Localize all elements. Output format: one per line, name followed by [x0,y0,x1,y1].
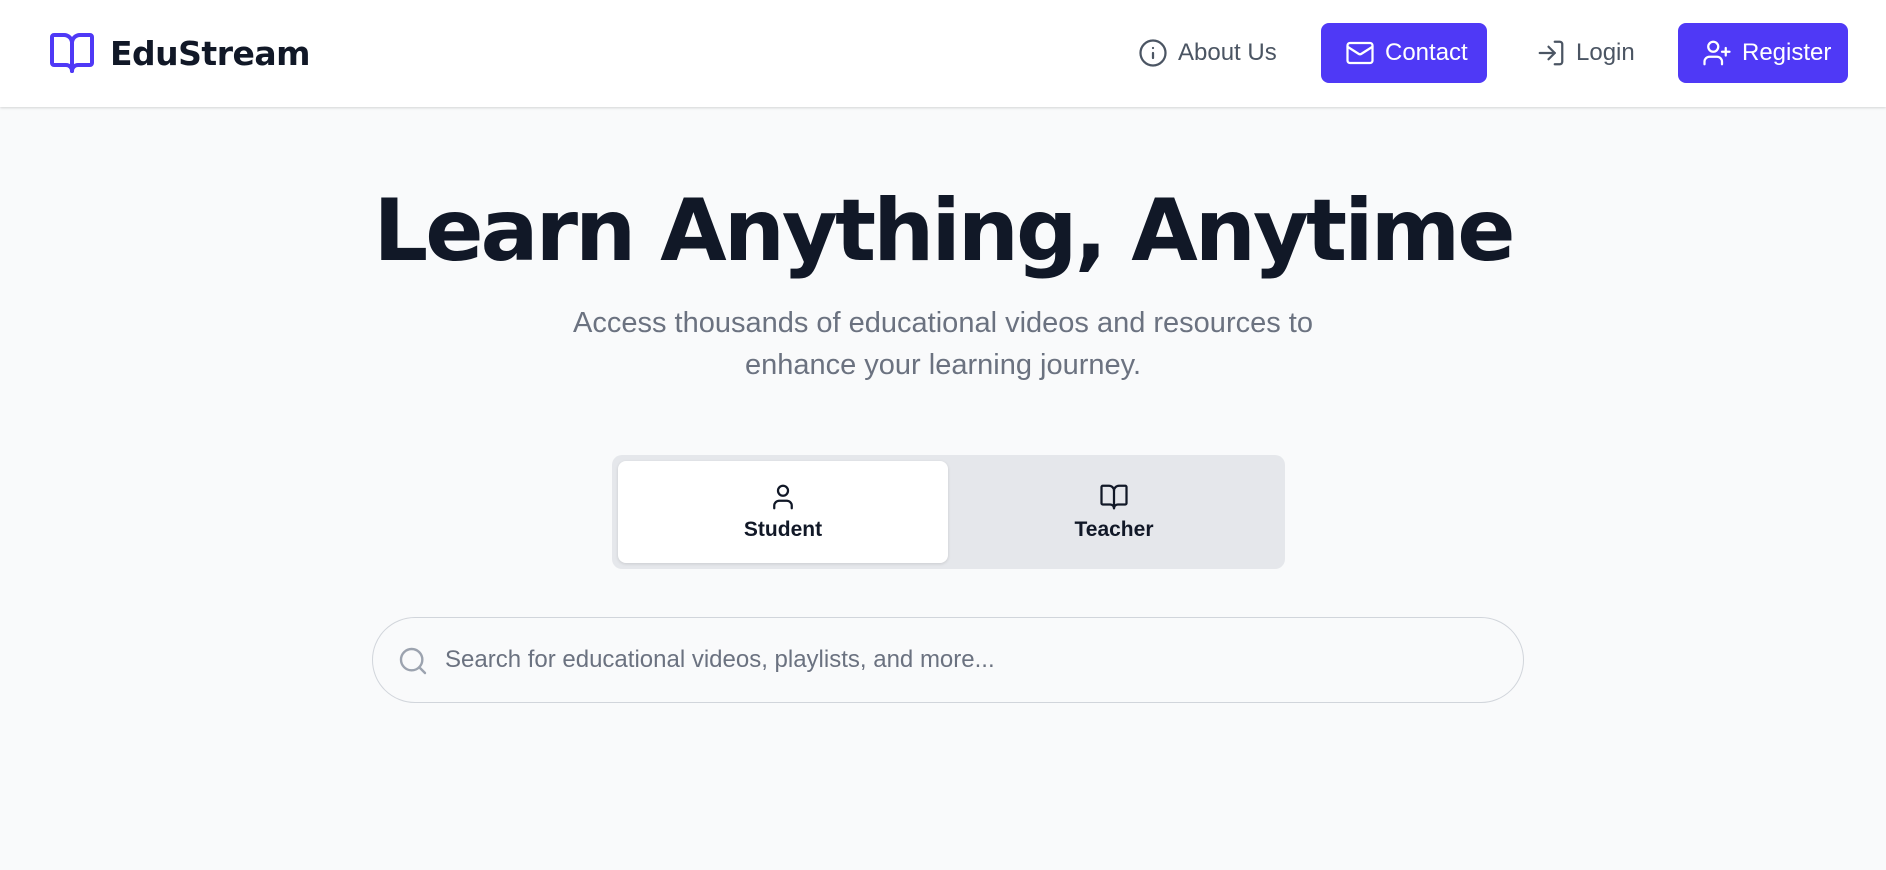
mail-icon [1346,41,1374,65]
book-open-icon [1100,484,1128,510]
register-label: Register [1742,39,1832,66]
contact-button[interactable]: Contact [1321,23,1487,83]
about-us-label: About Us [1178,39,1277,66]
user-plus-icon [1703,40,1731,66]
about-us-link[interactable]: About Us [1138,23,1277,83]
hero-subtitle-line-1: Access thousands of educational videos a… [573,307,1313,339]
log-in-icon [1538,40,1564,66]
role-label-teacher: Teacher [1074,518,1154,541]
brand-logo[interactable]: EduStream [48,28,311,78]
hero-title: Learn Anything, Anytime [373,181,1515,281]
book-open-icon [50,33,94,73]
search-icon [399,647,427,675]
role-option-student[interactable]: Student [618,461,948,563]
hero-subtitle: Access thousands of educational videos a… [543,302,1343,386]
login-label: Login [1576,39,1635,66]
contact-label: Contact [1385,39,1468,66]
brand-name: EduStream [110,33,311,73]
search-bar [372,617,1524,703]
info-icon [1139,39,1167,67]
hero-subtitle-line-2: enhance your learning journey. [744,349,1142,381]
role-toggle: Student Teacher [612,455,1285,569]
search-input[interactable] [445,618,1505,702]
role-option-teacher[interactable]: Teacher [949,461,1279,563]
role-label-student: Student [743,518,823,541]
top-navbar: EduStream About Us Contact Login Registe… [0,0,1886,107]
register-button[interactable]: Register [1678,23,1848,83]
login-link[interactable]: Login [1536,23,1635,83]
user-icon [773,484,793,510]
